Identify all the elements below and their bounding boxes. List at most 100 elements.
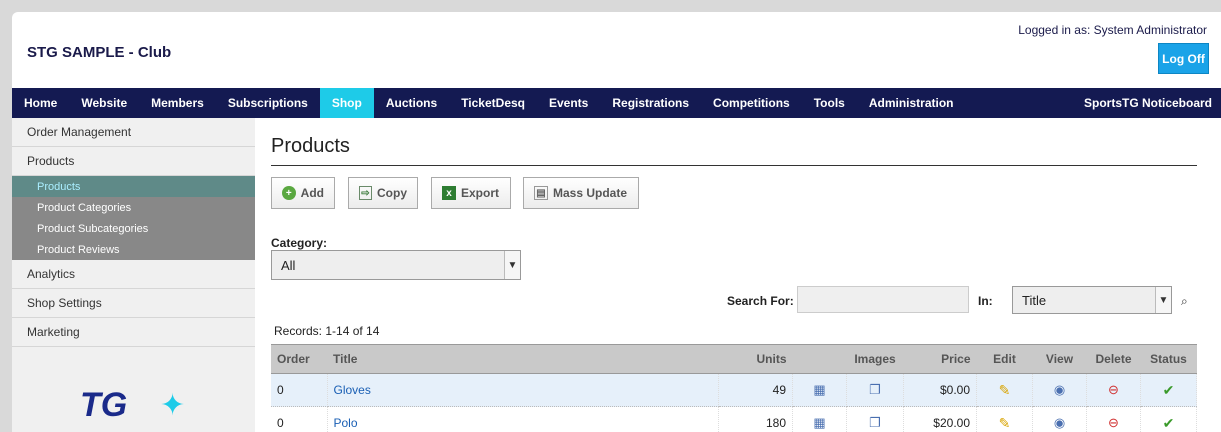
nav-administration[interactable]: Administration — [857, 88, 966, 118]
edit-pencil-icon[interactable]: ✎ — [999, 415, 1011, 431]
col-units[interactable]: Units — [718, 344, 793, 374]
delete-icon[interactable]: ⊖ — [1108, 415, 1119, 430]
sportstg-logo: TG — [80, 386, 128, 424]
edit-pencil-icon[interactable]: ✎ — [999, 382, 1011, 398]
images-icon[interactable]: ❐ — [869, 382, 881, 397]
sidebar-subitem-products[interactable]: Products — [12, 176, 255, 197]
main-nav: Home Website Members Subscriptions Shop … — [12, 88, 1221, 118]
row-view[interactable]: ◉ — [1032, 373, 1087, 407]
table-header-row: Order Title Units Images Price Edit View… — [271, 344, 1197, 374]
row-images[interactable]: ❐ — [846, 406, 904, 432]
view-eye-icon[interactable]: ◉ — [1054, 415, 1065, 430]
delete-icon[interactable]: ⊖ — [1108, 382, 1119, 397]
nav-auctions[interactable]: Auctions — [374, 88, 449, 118]
nav-ticketdesq[interactable]: TicketDesq — [449, 88, 537, 118]
col-images: Images — [846, 344, 904, 374]
mass-update-icon: ▤ — [534, 186, 548, 200]
sidebar-item-analytics[interactable]: Analytics — [12, 260, 255, 289]
binoculars-icon[interactable]: ⌕ — [1181, 294, 1188, 309]
table-row[interactable]: 0 Gloves 49 ▦ ❐ $0.00 ✎ ◉ ⊖ ✔ — [271, 373, 1197, 407]
login-info: Logged in as: System Administrator — [1018, 23, 1207, 37]
header: STG SAMPLE - Club Logged in as: System A… — [12, 12, 1221, 88]
row-order: 0 — [271, 373, 328, 407]
logo-star-icon: ✦ — [160, 389, 186, 422]
sidebar-subitem-product-subcategories[interactable]: Product Subcategories — [12, 218, 255, 239]
export-button-label: Export — [461, 186, 500, 200]
row-order: 0 — [271, 406, 328, 432]
row-edit[interactable]: ✎ — [976, 373, 1033, 407]
status-check-icon[interactable]: ✔ — [1163, 382, 1175, 398]
export-button[interactable]: x Export — [431, 177, 511, 209]
sidebar-subitem-product-categories[interactable]: Product Categories — [12, 197, 255, 218]
search-in-select-value: Title — [1022, 292, 1047, 308]
row-delete[interactable]: ⊖ — [1086, 373, 1141, 407]
nav-noticeboard[interactable]: SportsTG Noticeboard — [1072, 88, 1221, 118]
row-title[interactable]: Gloves — [327, 373, 719, 407]
main-content: Products + Add ⇨ Copy x Export ▤ Mass Up… — [271, 118, 1221, 432]
status-check-icon[interactable]: ✔ — [1163, 415, 1175, 431]
excel-icon: x — [442, 186, 456, 200]
category-select-value: All — [281, 257, 296, 273]
sidebar-item-products[interactable]: Products — [12, 147, 255, 176]
row-title[interactable]: Polo — [327, 406, 719, 432]
sidebar-item-marketing[interactable]: Marketing — [12, 318, 255, 347]
view-eye-icon[interactable]: ◉ — [1054, 382, 1065, 397]
row-title-link[interactable]: Gloves — [334, 383, 371, 397]
calendar-icon[interactable]: ▦ — [813, 415, 825, 430]
page-title: Products — [271, 135, 350, 157]
sidebar-item-shop-settings[interactable]: Shop Settings — [12, 289, 255, 318]
app-title: STG SAMPLE - Club — [27, 44, 172, 61]
add-icon: + — [282, 186, 296, 200]
logoff-button[interactable]: Log Off — [1158, 43, 1209, 74]
images-icon[interactable]: ❐ — [869, 415, 881, 430]
chevron-down-icon: ▼ — [504, 251, 520, 279]
app-frame: STG SAMPLE - Club Logged in as: System A… — [12, 12, 1221, 432]
table-row[interactable]: 0 Polo 180 ▦ ❐ $20.00 ✎ ◉ ⊖ ✔ — [271, 406, 1197, 432]
sidebar-item-order-management[interactable]: Order Management — [12, 118, 255, 147]
sidebar-subitem-product-reviews[interactable]: Product Reviews — [12, 239, 255, 260]
search-in-label: In: — [978, 294, 993, 308]
chevron-down-icon: ▼ — [1155, 287, 1171, 313]
nav-tools[interactable]: Tools — [802, 88, 857, 118]
col-title[interactable]: Title — [327, 344, 719, 374]
row-view[interactable]: ◉ — [1032, 406, 1087, 432]
row-title-link[interactable]: Polo — [334, 416, 358, 430]
row-calendar[interactable]: ▦ — [792, 373, 847, 407]
mass-update-button-label: Mass Update — [553, 186, 628, 200]
nav-shop[interactable]: Shop — [319, 88, 374, 118]
nav-subscriptions[interactable]: Subscriptions — [216, 88, 320, 118]
search-input[interactable] — [797, 286, 969, 313]
col-price[interactable]: Price — [903, 344, 977, 374]
col-delete: Delete — [1086, 344, 1141, 374]
category-select[interactable]: All ▼ — [271, 250, 521, 280]
mass-update-button[interactable]: ▤ Mass Update — [523, 177, 639, 209]
add-button-label: Add — [300, 186, 324, 200]
nav-website[interactable]: Website — [69, 88, 139, 118]
col-calendar — [792, 344, 847, 374]
row-units: 49 — [718, 373, 793, 407]
search-in-select[interactable]: Title ▼ — [1012, 286, 1172, 314]
col-order[interactable]: Order — [271, 344, 327, 374]
nav-home[interactable]: Home — [12, 88, 69, 118]
nav-registrations[interactable]: Registrations — [600, 88, 701, 118]
row-delete[interactable]: ⊖ — [1086, 406, 1141, 432]
row-calendar[interactable]: ▦ — [792, 406, 847, 432]
row-images[interactable]: ❐ — [846, 373, 904, 407]
sidebar-submenu-products: Products Product Categories Product Subc… — [12, 176, 255, 260]
sidebar: Order Management Products Products Produ… — [12, 118, 255, 432]
nav-members[interactable]: Members — [139, 88, 216, 118]
copy-button[interactable]: ⇨ Copy — [348, 177, 418, 209]
nav-events[interactable]: Events — [537, 88, 600, 118]
calendar-icon[interactable]: ▦ — [813, 382, 825, 397]
row-status[interactable]: ✔ — [1140, 373, 1197, 407]
products-table: Order Title Units Images Price Edit View… — [271, 344, 1197, 432]
row-status[interactable]: ✔ — [1140, 406, 1197, 432]
category-label: Category: — [271, 236, 328, 250]
col-edit: Edit — [976, 344, 1033, 374]
row-price: $0.00 — [903, 373, 977, 407]
add-button[interactable]: + Add — [271, 177, 335, 209]
copy-icon: ⇨ — [359, 186, 372, 200]
search-label: Search For: — [727, 294, 794, 308]
nav-competitions[interactable]: Competitions — [701, 88, 802, 118]
row-edit[interactable]: ✎ — [976, 406, 1033, 432]
